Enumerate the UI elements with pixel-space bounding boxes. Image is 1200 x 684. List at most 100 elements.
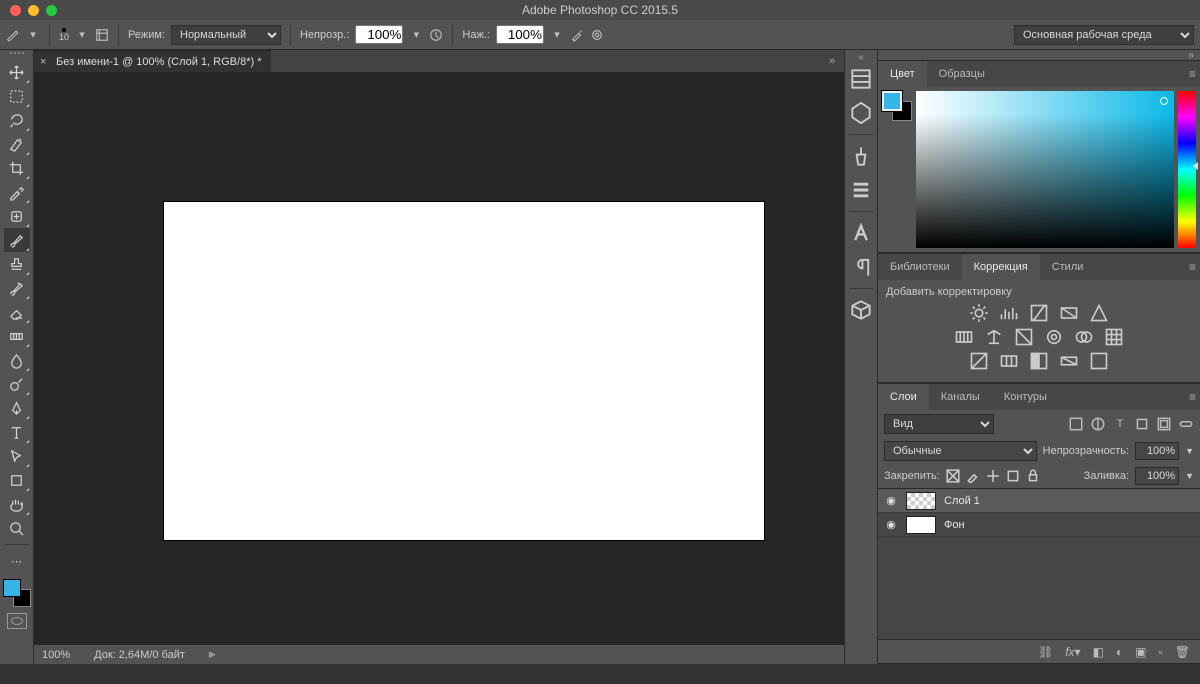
doc-size-readout[interactable]: Док: 2,64M/0 байт — [94, 649, 185, 661]
link-layers-icon[interactable]: ⛓ — [1038, 645, 1053, 659]
layer-thumbnail[interactable] — [906, 492, 936, 510]
eraser-tool[interactable] — [4, 300, 30, 324]
curves-icon[interactable] — [1029, 304, 1049, 322]
tab-color[interactable]: Цвет — [878, 61, 927, 87]
pressure-size-icon[interactable] — [590, 26, 604, 44]
layer-name[interactable]: Слой 1 — [944, 495, 980, 507]
filter-type-icon[interactable]: T — [1112, 416, 1128, 432]
move-tool[interactable] — [4, 60, 30, 84]
canvas-viewport[interactable] — [34, 72, 844, 644]
selective-color-icon[interactable] — [1089, 352, 1109, 370]
chevron-down-icon[interactable]: ▾ — [26, 26, 40, 44]
adjustment-layer-icon[interactable]: ◐ — [1116, 645, 1123, 659]
paragraph-panel-icon[interactable] — [848, 254, 874, 280]
filter-smart-icon[interactable] — [1156, 416, 1172, 432]
quick-select-tool[interactable] — [4, 132, 30, 156]
new-layer-icon[interactable]: ▫ — [1159, 645, 1163, 659]
layer-mask-icon[interactable]: ◧ — [1093, 645, 1104, 659]
visibility-icon[interactable]: ◉ — [884, 494, 898, 507]
blend-mode-select[interactable]: Нормальный — [171, 25, 281, 45]
brushes-panel-icon[interactable] — [848, 143, 874, 169]
filter-toggle-icon[interactable] — [1178, 416, 1194, 432]
filter-shape-icon[interactable] — [1134, 416, 1150, 432]
panel-grip-icon[interactable] — [3, 52, 31, 58]
chevron-down-icon[interactable]: ▼ — [1185, 471, 1194, 481]
hue-sat-icon[interactable] — [954, 328, 974, 346]
tab-libraries[interactable]: Библиотеки — [878, 254, 962, 280]
group-layers-icon[interactable]: ▣ — [1135, 645, 1146, 659]
tab-channels[interactable]: Каналы — [929, 384, 992, 410]
brush-tool[interactable] — [4, 228, 30, 252]
workspace-select[interactable]: Основная рабочая среда — [1014, 25, 1194, 45]
stamp-tool[interactable] — [4, 252, 30, 276]
lock-position-icon[interactable] — [986, 469, 1000, 483]
tool-preset-icon[interactable] — [6, 26, 20, 44]
posterize-icon[interactable] — [999, 352, 1019, 370]
tab-swatches[interactable]: Образцы — [927, 61, 997, 87]
layer-row[interactable]: ◉ Фон — [878, 513, 1200, 537]
pressure-opacity-icon[interactable] — [429, 26, 443, 44]
lock-paint-icon[interactable] — [966, 469, 980, 483]
hue-slider[interactable] — [1178, 91, 1196, 248]
tab-adjustments[interactable]: Коррекция — [962, 254, 1040, 280]
brush-panel-icon[interactable] — [95, 26, 109, 44]
character-panel-icon[interactable] — [848, 220, 874, 246]
hand-tool[interactable] — [4, 492, 30, 516]
tab-layers[interactable]: Слои — [878, 384, 929, 410]
lock-all-icon[interactable] — [1026, 469, 1040, 483]
photo-filter-icon[interactable] — [1044, 328, 1064, 346]
quick-mask-icon[interactable] — [7, 613, 27, 629]
chevron-right-icon[interactable]: ▶ — [209, 649, 216, 660]
chevron-down-icon[interactable]: ▼ — [1185, 446, 1194, 456]
lock-transparent-icon[interactable] — [946, 469, 960, 483]
crop-tool[interactable] — [4, 156, 30, 180]
color-swatches[interactable] — [3, 579, 31, 607]
panel-menu-icon[interactable]: ≡ — [1189, 67, 1196, 81]
color-balance-icon[interactable] — [984, 328, 1004, 346]
channel-mixer-icon[interactable] — [1074, 328, 1094, 346]
threshold-icon[interactable] — [1029, 352, 1049, 370]
lock-artboard-icon[interactable] — [1006, 469, 1020, 483]
filter-adjust-icon[interactable] — [1090, 416, 1106, 432]
zoom-tool[interactable] — [4, 516, 30, 540]
tab-paths[interactable]: Контуры — [992, 384, 1059, 410]
delete-layer-icon[interactable]: 🗑 — [1175, 645, 1190, 659]
exposure-icon[interactable] — [1059, 304, 1079, 322]
lasso-tool[interactable] — [4, 108, 30, 132]
panel-menu-icon[interactable]: ≡ — [1189, 390, 1196, 404]
type-tool[interactable] — [4, 420, 30, 444]
properties-panel-icon[interactable] — [848, 100, 874, 126]
vibrance-icon[interactable] — [1089, 304, 1109, 322]
layer-fill-input[interactable] — [1135, 467, 1179, 485]
visibility-icon[interactable]: ◉ — [884, 518, 898, 531]
color-field[interactable] — [916, 91, 1174, 248]
layer-filter-kind[interactable]: Вид — [884, 414, 994, 434]
brush-preview[interactable]: 10 — [59, 28, 69, 42]
blur-tool[interactable] — [4, 348, 30, 372]
history-panel-icon[interactable] — [848, 66, 874, 92]
panel-menu-icon[interactable]: ≡ — [1189, 260, 1196, 274]
eyedropper-tool[interactable] — [4, 180, 30, 204]
layer-row[interactable]: ◉ Слой 1 — [878, 489, 1200, 513]
3d-panel-icon[interactable] — [848, 297, 874, 323]
layer-thumbnail[interactable] — [906, 516, 936, 534]
color-fg-bg-swatch[interactable] — [882, 91, 912, 121]
flow-input[interactable] — [496, 25, 544, 44]
brightness-icon[interactable] — [969, 304, 989, 322]
collapse-panels-icon[interactable]: » — [1188, 50, 1194, 60]
pen-tool[interactable] — [4, 396, 30, 420]
chevron-down-icon[interactable]: ▾ — [409, 26, 423, 44]
bw-icon[interactable] — [1014, 328, 1034, 346]
opacity-input[interactable] — [355, 25, 403, 44]
tab-styles[interactable]: Стили — [1040, 254, 1096, 280]
canvas[interactable] — [164, 202, 764, 540]
close-tab-icon[interactable]: × — [40, 56, 46, 68]
healing-tool[interactable] — [4, 204, 30, 228]
path-select-tool[interactable] — [4, 444, 30, 468]
marquee-tool[interactable] — [4, 84, 30, 108]
airbrush-icon[interactable] — [570, 26, 584, 44]
layer-fx-icon[interactable]: fx▾ — [1065, 645, 1080, 659]
layer-name[interactable]: Фон — [944, 519, 965, 531]
brush-presets-panel-icon[interactable] — [848, 177, 874, 203]
color-lookup-icon[interactable] — [1104, 328, 1124, 346]
